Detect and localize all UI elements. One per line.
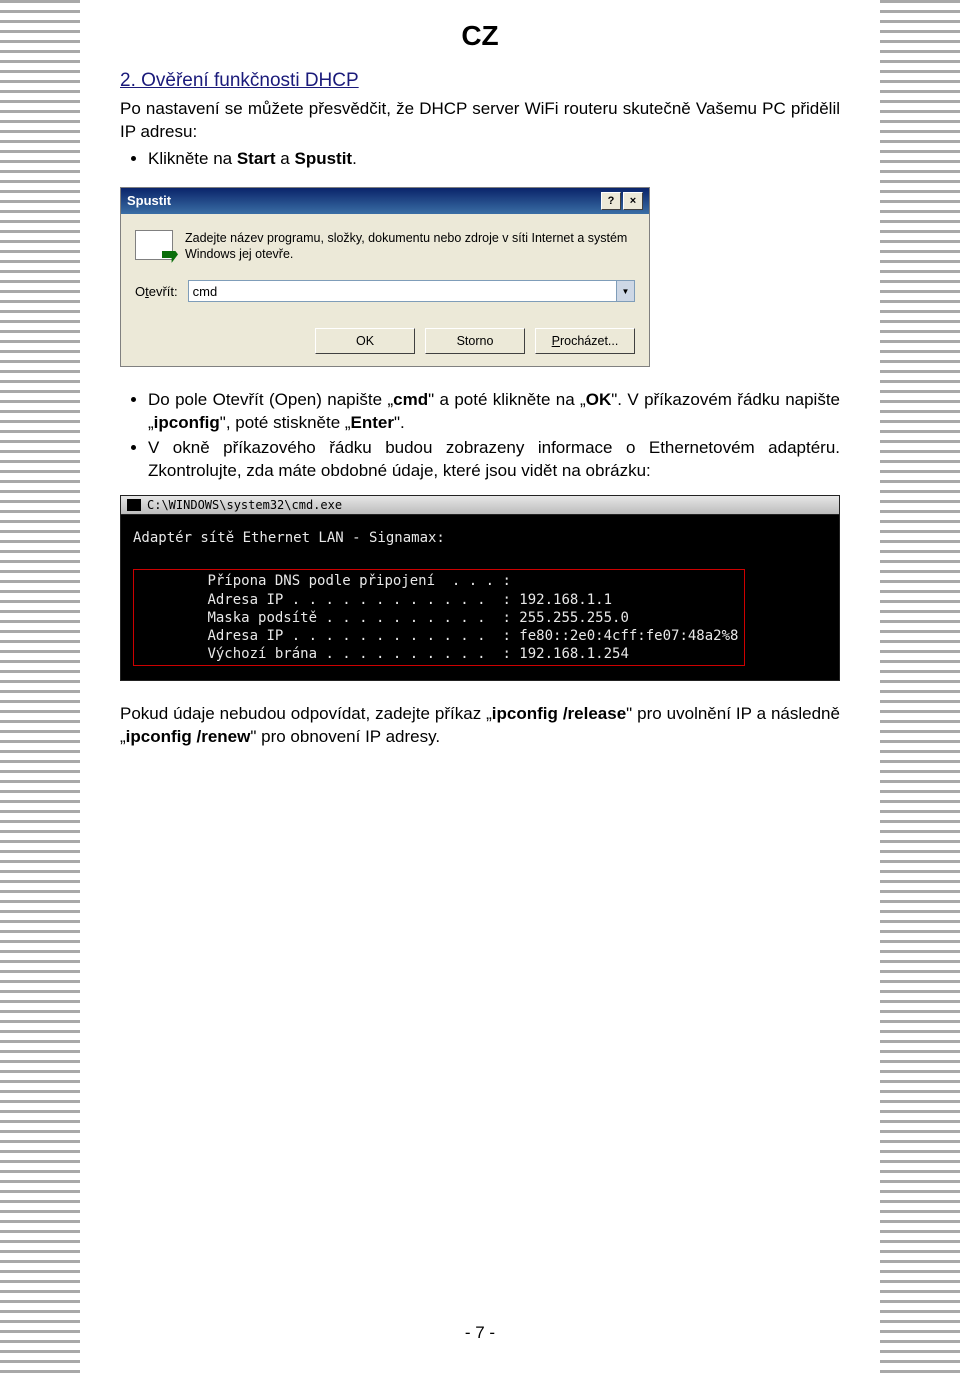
- close-button[interactable]: ×: [623, 192, 643, 210]
- open-label: Otevřít:: [135, 284, 178, 299]
- run-dialog: Spustit ? × Zadejte název programu, slož…: [120, 187, 650, 368]
- dropdown-icon[interactable]: ▼: [616, 281, 634, 301]
- page-lang-header: CZ: [120, 20, 840, 52]
- bullet-ethernet-info: V okně příkazového řádku budou zobrazeny…: [148, 437, 840, 483]
- cmd-icon: [127, 499, 141, 511]
- intro-text: Po nastavení se můžete přesvědčit, že DH…: [120, 98, 840, 144]
- run-icon: [135, 230, 173, 260]
- bullet-start-spustit: Klikněte na Start a Spustit.: [148, 148, 840, 171]
- browse-button[interactable]: Procházet...: [535, 328, 635, 354]
- cmd-title-text: C:\WINDOWS\system32\cmd.exe: [147, 498, 342, 512]
- run-dialog-titlebar: Spustit ? ×: [121, 188, 649, 214]
- run-dialog-title: Spustit: [127, 193, 171, 208]
- cmd-titlebar: C:\WINDOWS\system32\cmd.exe: [121, 496, 839, 515]
- main-content: CZ 2. Ověření funkčnosti DHCP Po nastave…: [80, 0, 880, 1373]
- page-number: - 7 -: [120, 1283, 840, 1343]
- cmd-output: Adaptér sítě Ethernet LAN - Signamax: Př…: [121, 515, 839, 680]
- bullet-cmd-ok: Do pole Otevřít (Open) napište „cmd" a p…: [148, 389, 840, 435]
- cmd-window: C:\WINDOWS\system32\cmd.exe Adaptér sítě…: [120, 495, 840, 681]
- section-title: 2. Ověření funkčnosti DHCP: [120, 70, 840, 92]
- run-dialog-description: Zadejte název programu, složky, dokument…: [185, 230, 635, 263]
- right-rail: [880, 0, 960, 1373]
- left-rail: [0, 0, 80, 1373]
- help-button[interactable]: ?: [601, 192, 621, 210]
- open-input[interactable]: [189, 281, 616, 301]
- outro-text: Pokud údaje nebudou odpovídat, zadejte p…: [120, 703, 840, 749]
- ok-button[interactable]: OK: [315, 328, 415, 354]
- cmd-highlight-box: Přípona DNS podle připojení . . . : Adre…: [133, 569, 745, 666]
- open-combobox[interactable]: ▼: [188, 280, 635, 302]
- cancel-button[interactable]: Storno: [425, 328, 525, 354]
